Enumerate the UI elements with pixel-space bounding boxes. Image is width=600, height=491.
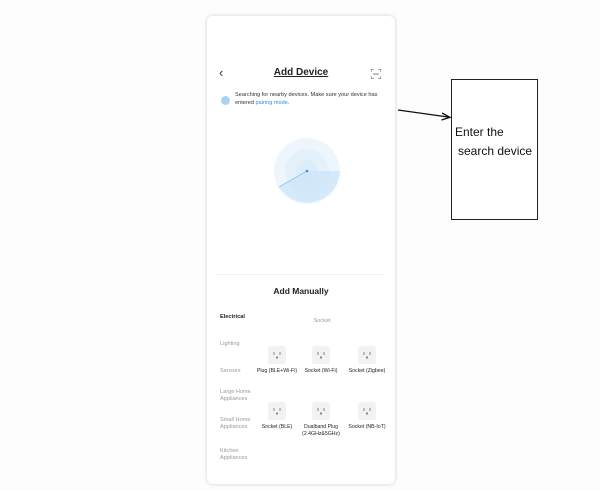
socket-icon <box>312 402 330 420</box>
add-manually-heading: Add Manually <box>273 286 329 296</box>
device-label: Socket (NB-IoT) <box>348 424 386 430</box>
annotation-arrow <box>397 109 452 121</box>
device-label: Dualband Plug (2.4GHz&5GHz) <box>302 424 340 437</box>
notice-text: Searching for nearby devices. Make sure … <box>235 92 385 107</box>
phone-screen: ‹ Add Device Searching for nearby device… <box>207 16 395 484</box>
radar-scan-animation <box>262 126 352 216</box>
divider <box>217 274 385 275</box>
screenshot-canvas: ‹ Add Device Searching for nearby device… <box>0 0 600 491</box>
top-bar: ‹ Add Device <box>207 64 395 84</box>
search-notice: Searching for nearby devices. Make sure … <box>221 92 383 116</box>
scan-icon[interactable] <box>370 66 382 80</box>
device-socket-ble[interactable]: Socket (BLE) <box>255 402 299 431</box>
annotation-callout-box: Enter the search device <box>451 79 538 220</box>
device-plug-ble-wifi[interactable]: Plug (BLE+Wi-Fi) <box>255 346 299 375</box>
socket-icon <box>358 402 376 420</box>
device-label: Plug (BLE+Wi-Fi) <box>256 368 298 374</box>
section-label-socket: Socket <box>313 318 331 324</box>
device-label: Socket (BLE) <box>261 424 293 430</box>
socket-icon <box>268 346 286 364</box>
category-kitchen-appliances[interactable]: Kitchen Appliances <box>220 448 256 462</box>
category-small-home-appliances[interactable]: Small Home Appliances <box>220 417 256 431</box>
device-label: Socket (Zigbee) <box>348 368 386 374</box>
category-electrical[interactable]: Electrical <box>220 314 270 321</box>
device-socket-wifi[interactable]: Socket (Wi-Fi) <box>299 346 343 375</box>
callout-text-line2: search device <box>458 144 533 158</box>
device-label: Socket (Wi-Fi) <box>304 368 338 374</box>
bluetooth-status-icon <box>221 96 230 105</box>
pairing-mode-link[interactable]: pairing mode <box>256 100 288 106</box>
device-dualband-plug[interactable]: Dualband Plug (2.4GHz&5GHz) <box>299 402 343 437</box>
socket-icon <box>312 346 330 364</box>
notice-suffix: . <box>287 99 290 106</box>
page-title: Add Device <box>273 67 329 78</box>
device-socket-zigbee[interactable]: Socket (Zigbee) <box>345 346 389 375</box>
socket-icon <box>268 402 286 420</box>
category-large-home-appliances[interactable]: Large Home Appliances <box>220 389 256 403</box>
callout-text-line1: Enter the <box>455 125 504 139</box>
socket-icon <box>358 346 376 364</box>
device-socket-nbiot[interactable]: Socket (NB-IoT) <box>345 402 389 431</box>
